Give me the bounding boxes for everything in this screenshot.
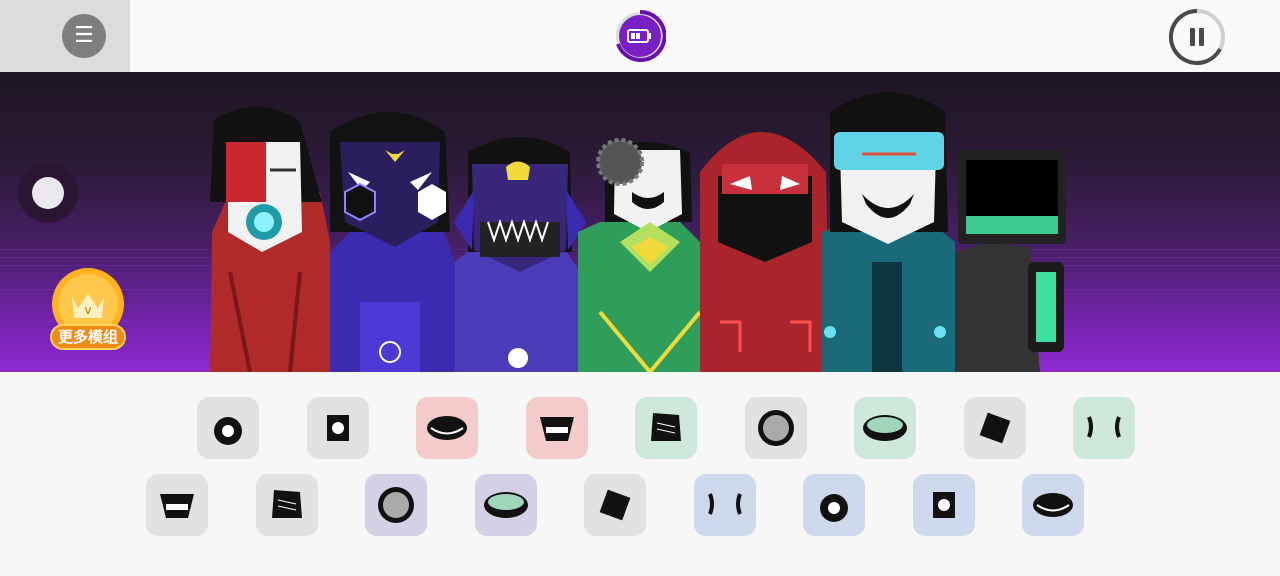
- sound-tile-melody-3-icon[interactable]: [1073, 397, 1135, 459]
- sound-tile-beat-3-icon[interactable]: [744, 397, 807, 459]
- sound-tile-beat-5-icon[interactable]: [146, 474, 208, 536]
- svg-text:v: v: [84, 303, 91, 317]
- sound-tile-beat-4-icon[interactable]: [963, 397, 1026, 459]
- character-stage: v 更多模组: [0, 72, 1280, 372]
- hamburger-icon[interactable]: ☰: [62, 14, 106, 58]
- sound-tile-melody-1-icon[interactable]: [635, 397, 697, 459]
- characters: [210, 92, 1066, 372]
- sound-tile-beat-6-icon[interactable]: [255, 474, 318, 536]
- top-bar: ☰: [0, 0, 1280, 72]
- character-cyan-visor[interactable]: [822, 92, 955, 372]
- character-red-gasmask[interactable]: [210, 106, 330, 372]
- sound-tile-beat-2-icon[interactable]: [306, 397, 369, 459]
- sound-tile-effect-1-icon[interactable]: [416, 397, 478, 459]
- sound-tile-voice-5-icon[interactable]: [912, 474, 975, 536]
- menu-area: ☰: [0, 0, 130, 72]
- battery-icon: [614, 9, 667, 62]
- sound-tile-effect-2-icon[interactable]: [525, 397, 588, 459]
- sound-tile-voice-1-icon[interactable]: [365, 474, 427, 536]
- character-monitor-head[interactable]: [955, 150, 1066, 372]
- sound-tile-voice-3-icon[interactable]: [693, 474, 756, 536]
- sound-tile-voice-4-icon[interactable]: [803, 474, 865, 536]
- pause-icon[interactable]: [1168, 8, 1226, 66]
- sound-tile-voice-2-icon[interactable]: [474, 474, 537, 536]
- character-purple-skull[interactable]: [454, 137, 586, 372]
- more-modules-badge[interactable]: 更多模组: [50, 324, 126, 350]
- sound-tile-voice-6-icon[interactable]: [1022, 474, 1084, 536]
- character-purple-robot[interactable]: [330, 112, 455, 372]
- sound-tile-beat-1-icon[interactable]: [197, 397, 259, 459]
- sound-tile-beat-7-icon[interactable]: [584, 474, 646, 536]
- character-red-hood[interactable]: [700, 132, 830, 372]
- sound-tile-melody-2-icon[interactable]: [854, 397, 916, 459]
- character-green-gear[interactable]: [578, 138, 702, 372]
